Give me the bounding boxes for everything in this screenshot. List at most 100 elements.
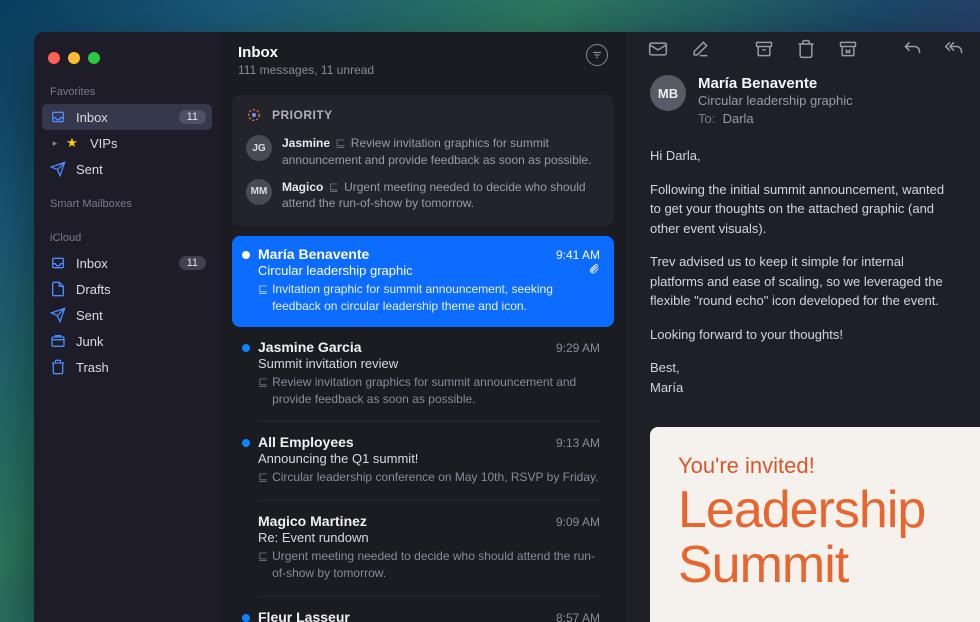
sidebar-item-sent[interactable]: Sent [34, 156, 220, 182]
sidebar: Favorites Inbox 11 ▸ ★ VIPs Sent Smart M… [34, 32, 220, 622]
divider [258, 596, 600, 597]
sidebar-item-inbox[interactable]: Inbox 11 [42, 104, 212, 130]
priority-header: PRIORITY [246, 107, 600, 123]
message-item[interactable]: María Benavente 9:41 AM Circular leadersh… [232, 236, 614, 327]
unread-badge: 11 [179, 256, 206, 270]
priority-section: PRIORITY JG Jasmine ⊑ Review invitation … [232, 95, 614, 226]
star-icon: ★ [64, 135, 80, 151]
message-item[interactable]: Fleur Lasseur8:57 AM Strategy deck v5 ⊑M… [232, 599, 614, 622]
summary-icon: ⊑ [329, 179, 339, 196]
paper-plane-icon [50, 161, 66, 177]
body-paragraph: Hi Darla, [650, 146, 956, 166]
recipient-line: To: Darla [698, 111, 853, 126]
message-preview: Invitation graphic for summit announceme… [272, 281, 600, 315]
close-window-button[interactable] [48, 52, 60, 64]
message-subject: Re: Event rundown [258, 530, 600, 545]
reply-icon[interactable] [902, 39, 922, 59]
summary-icon: ⊑ [258, 374, 268, 408]
invite-subtitle: You're invited! [678, 453, 980, 479]
body-paragraph: Trev advised us to keep it simple for in… [650, 252, 956, 311]
unread-badge: 11 [179, 110, 206, 124]
sidebar-section-favorites: Favorites [34, 82, 220, 104]
message-header: MB María Benavente Circular leadership g… [626, 65, 980, 142]
envelope-icon[interactable] [648, 39, 668, 59]
message-subject: Circular leadership graphic [258, 263, 413, 278]
mailbox-title: Inbox [238, 44, 374, 61]
message-time: 9:09 AM [556, 515, 600, 529]
inbox-icon [50, 109, 66, 125]
reply-all-icon[interactable] [944, 39, 964, 59]
sidebar-section-smart: Smart Mailboxes [34, 194, 220, 216]
sidebar-item-label: Trash [76, 360, 206, 375]
message-sender: Jasmine Garcia [258, 339, 362, 355]
body-paragraph: Following the initial summit announcemen… [650, 180, 956, 239]
unread-dot-icon [242, 344, 250, 352]
message-preview: Review invitation graphics for summit an… [272, 374, 600, 408]
message-toolbar [626, 32, 980, 65]
message-time: 9:41 AM [556, 248, 600, 262]
sender-avatar: MB [650, 75, 686, 111]
sidebar-item-vips[interactable]: ▸ ★ VIPs [34, 130, 220, 156]
trash-icon[interactable] [796, 39, 816, 59]
mailbox-subtitle: 111 messages, 11 unread [238, 63, 374, 77]
attachment-preview[interactable]: You're invited! Leadership Summit [650, 427, 980, 622]
sidebar-item-junk[interactable]: Junk [34, 328, 220, 354]
message-body: Hi Darla, Following the initial summit a… [626, 142, 980, 427]
maximize-window-button[interactable] [88, 52, 100, 64]
summary-icon: ⊑ [258, 281, 268, 315]
filter-button[interactable] [586, 44, 608, 66]
attachment-icon [588, 263, 600, 278]
sidebar-item-icloud-inbox[interactable]: Inbox 11 [34, 250, 220, 276]
priority-summary: Magico ⊑ Urgent meeting needed to decide… [282, 179, 600, 213]
message-preview: Urgent meeting needed to decide who shou… [272, 548, 600, 582]
divider [258, 500, 600, 501]
disclosure-icon[interactable]: ▸ [50, 138, 60, 149]
priority-label: PRIORITY [272, 108, 333, 122]
compose-icon[interactable] [690, 39, 710, 59]
message-list: María Benavente 9:41 AM Circular leadersh… [220, 226, 626, 622]
sidebar-section-icloud: iCloud [34, 228, 220, 250]
summary-icon: ⊑ [335, 135, 345, 152]
minimize-window-button[interactable] [68, 52, 80, 64]
message-subject: Announcing the Q1 summit! [258, 451, 600, 466]
unread-dot-icon [242, 251, 250, 259]
unread-dot-icon [242, 439, 250, 447]
sidebar-item-label: VIPs [90, 136, 206, 151]
paper-plane-icon [50, 307, 66, 323]
message-sender: María Benavente [258, 246, 369, 262]
summary-icon: ⊑ [258, 469, 268, 486]
avatar: MM [246, 179, 272, 205]
priority-summary: Jasmine ⊑ Review invitation graphics for… [282, 135, 600, 169]
message-time: 9:13 AM [556, 436, 600, 450]
sidebar-item-icloud-sent[interactable]: Sent [34, 302, 220, 328]
priority-sparkle-icon [246, 107, 262, 123]
message-item[interactable]: Jasmine Garcia9:29 AM Summit invitation … [232, 329, 614, 420]
message-sender: Fleur Lasseur [258, 609, 350, 622]
sidebar-item-label: Junk [76, 334, 206, 349]
unread-dot-icon [242, 614, 250, 622]
priority-item[interactable]: JG Jasmine ⊑ Review invitation graphics … [246, 135, 600, 169]
sidebar-item-label: Sent [76, 308, 206, 323]
junk-icon[interactable] [838, 39, 858, 59]
message-preview: Circular leadership conference on May 10… [272, 469, 598, 486]
priority-item[interactable]: MM Magico ⊑ Urgent meeting needed to dec… [246, 179, 600, 213]
junk-icon [50, 333, 66, 349]
mail-window: Favorites Inbox 11 ▸ ★ VIPs Sent Smart M… [34, 32, 980, 622]
message-item[interactable]: All Employees 9:13 AM Announcing the Q1 s… [232, 424, 614, 498]
message-subject: Circular leadership graphic [698, 93, 853, 108]
sidebar-item-drafts[interactable]: Drafts [34, 276, 220, 302]
trash-icon [50, 359, 66, 375]
message-time: 8:57 AM [556, 611, 600, 622]
inbox-icon [50, 255, 66, 271]
summary-icon: ⊑ [258, 548, 268, 582]
message-sender: Magico Martinez [258, 513, 367, 529]
sidebar-item-label: Inbox [76, 110, 169, 125]
archive-icon[interactable] [754, 39, 774, 59]
body-paragraph: Best, María [650, 358, 956, 397]
message-sender: All Employees [258, 434, 354, 450]
sidebar-item-trash[interactable]: Trash [34, 354, 220, 380]
sender-name: María Benavente [698, 75, 853, 92]
sidebar-item-label: Inbox [76, 256, 169, 271]
sidebar-item-label: Sent [76, 162, 206, 177]
message-item[interactable]: Magico Martinez 9:09 AM Re: Event rundown… [232, 503, 614, 594]
